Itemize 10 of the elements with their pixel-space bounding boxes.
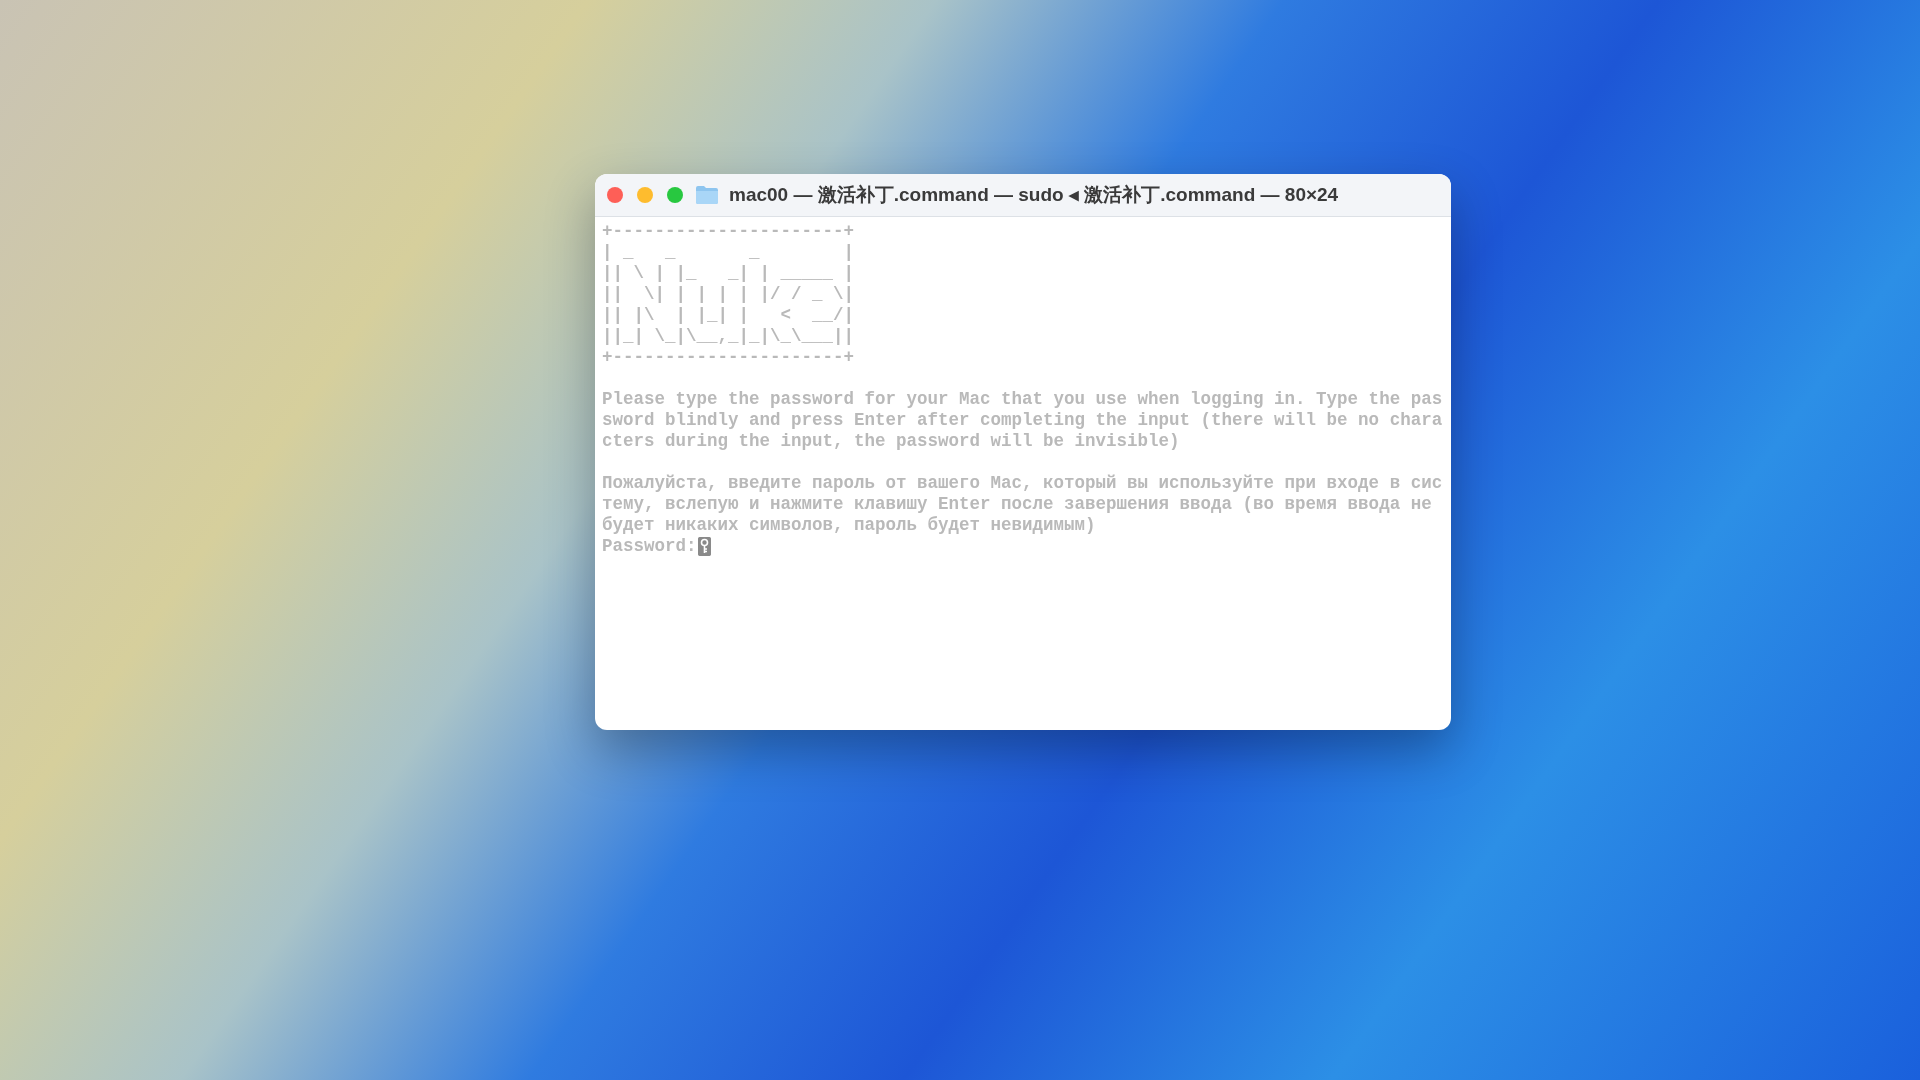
- zoom-button[interactable]: [667, 187, 683, 203]
- minimize-button[interactable]: [637, 187, 653, 203]
- ascii-art-text: +----------------------+ | _ _ _ | || \ | |_ _| | _____ | || \| | | | | |/ / _ \| || |\ | |_| | < __/| ||_| \_|\__,_|_|\_\___|| +----------------------+: [602, 221, 855, 368]
- window-title: mac00 — 激活补丁.command — sudo ◂ 激活补丁.command — 80×24: [729, 183, 1339, 207]
- password-prompt: Password:: [602, 536, 697, 557]
- instruction-text: Пожалуйста, введите пароль от вашего Mac, который вы используйте при входе в сис тему, вслепую и нажмите клавишу Enter после завершения ввода (во время ввода не будет никаких символов, пароль будет невидимым): [602, 473, 1443, 536]
- close-button[interactable]: [607, 187, 623, 203]
- instruction-text: Please type the password for your Mac that you use when logging in. Type the pas sword blindly and press Enter after completing the input (there will be no chara cters during the input, the password will be invisible): [602, 389, 1443, 452]
- key-icon: [697, 537, 711, 556]
- folder-icon: [695, 185, 719, 205]
